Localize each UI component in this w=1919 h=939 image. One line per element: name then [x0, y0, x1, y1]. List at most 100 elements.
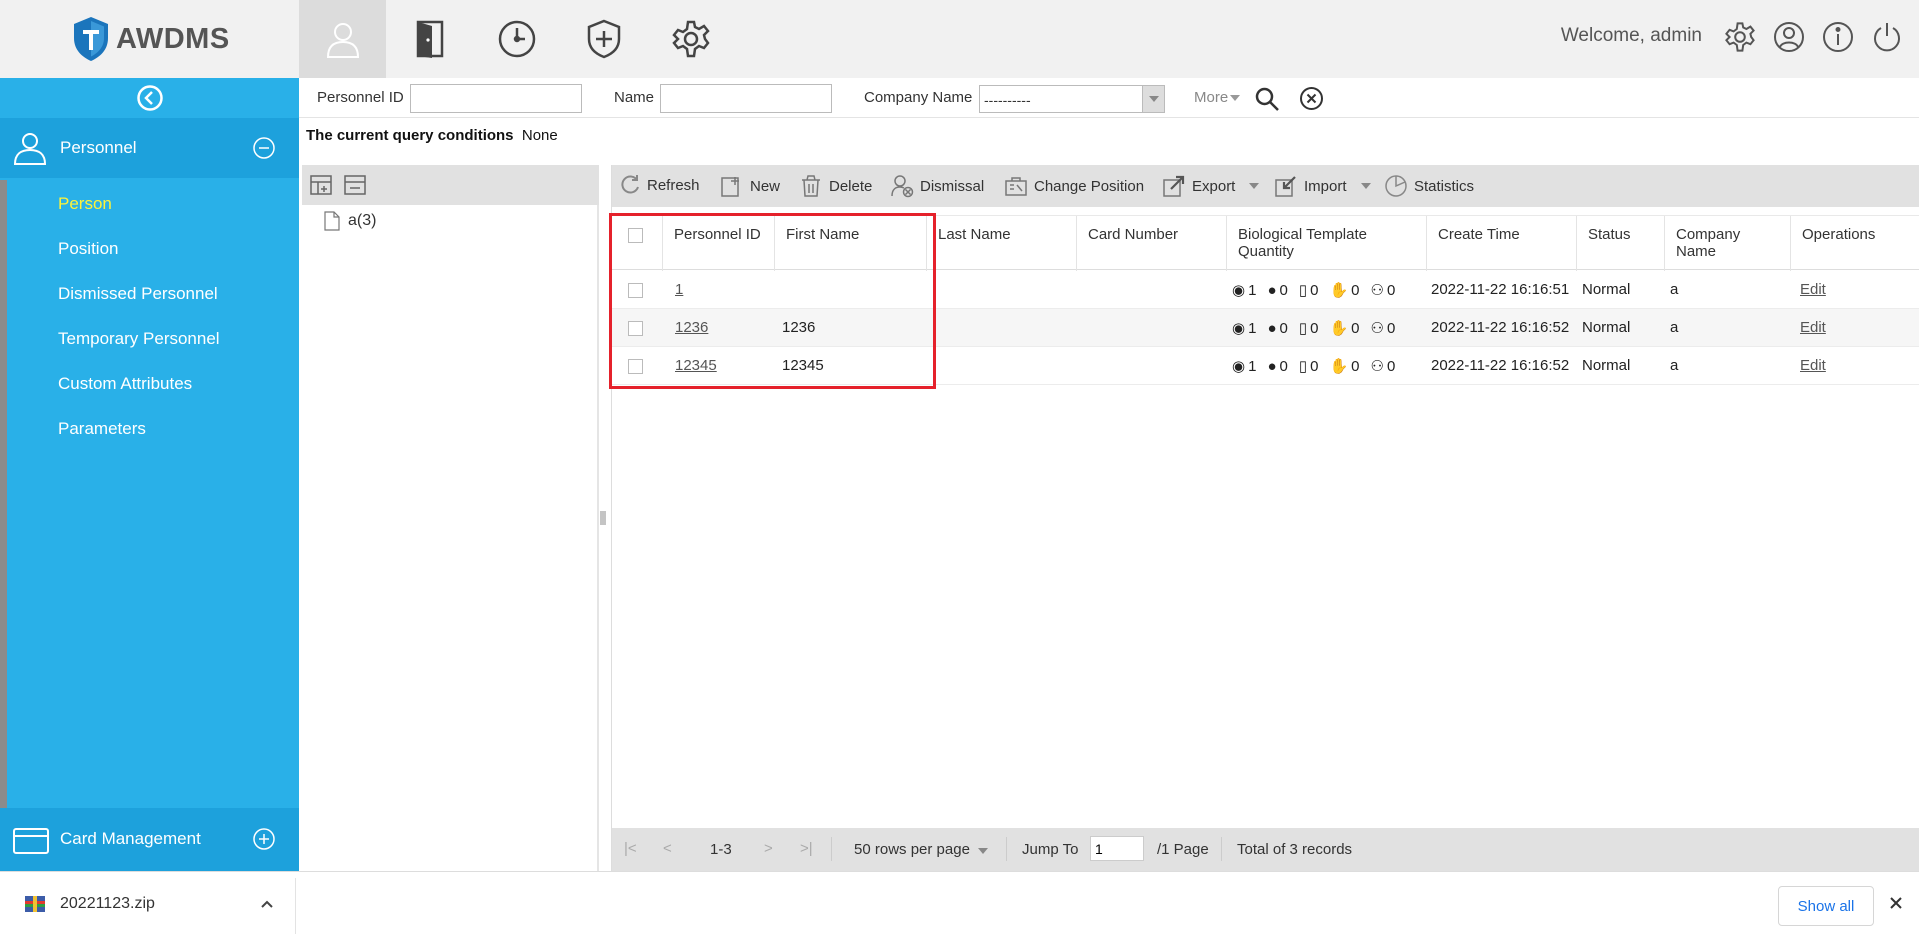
dismissal-button[interactable]: Dismissal [890, 174, 984, 198]
settings-icon [1725, 22, 1755, 52]
profile-button[interactable] [1771, 18, 1807, 56]
sidebar-section-personnel[interactable]: Personnel [0, 118, 299, 178]
user-circle-icon [1774, 22, 1804, 52]
col-status[interactable]: Status [1577, 216, 1665, 271]
minus-circle-icon[interactable] [252, 136, 276, 160]
sidebar: Personnel Person Position Dismissed Pers… [0, 78, 299, 871]
caret-down-icon [1360, 183, 1371, 189]
statistics-button[interactable]: Statistics [1384, 174, 1474, 198]
top-nav [299, 0, 734, 78]
delete-button[interactable]: Delete [799, 174, 872, 198]
close-icon[interactable] [1888, 895, 1904, 911]
download-item[interactable]: 20221123.zip [24, 894, 155, 914]
name-input[interactable] [660, 84, 832, 113]
page-total: /1 Page [1157, 841, 1209, 858]
nav-access[interactable] [386, 0, 473, 78]
zip-file-icon [25, 896, 45, 912]
download-filename: 20221123.zip [60, 895, 155, 912]
change-position-label: Change Position [1034, 177, 1145, 195]
new-button[interactable]: New [720, 174, 780, 198]
nav-personnel[interactable] [299, 0, 386, 78]
visible-face-icon: ⚇ [1370, 358, 1384, 375]
logout-button[interactable] [1869, 18, 1905, 56]
fingerprint-count: 1 [1248, 319, 1257, 337]
col-bio-template[interactable]: Biological Template Quantity [1227, 216, 1427, 271]
search-icon[interactable] [1254, 86, 1280, 112]
rows-per-page-select[interactable]: 50 rows per page [854, 841, 988, 858]
export-button[interactable]: Export [1162, 174, 1260, 198]
sidebar-item-custom-attributes[interactable]: Custom Attributes [58, 374, 192, 394]
nav-attendance[interactable] [473, 0, 560, 78]
finger-vein-count: 0 [1310, 357, 1319, 375]
welcome-text: Welcome, admin [1560, 25, 1702, 46]
personnel-id-input[interactable] [410, 84, 582, 113]
clear-filter-icon[interactable] [1299, 86, 1324, 111]
sidebar-item-dismissed-personnel[interactable]: Dismissed Personnel [58, 284, 218, 304]
edit-link[interactable]: Edit [1800, 281, 1826, 298]
new-icon [721, 177, 739, 197]
plus-circle-icon[interactable] [252, 827, 276, 851]
last-page-icon[interactable]: >| [800, 840, 813, 857]
sidebar-section-card-management[interactable]: Card Management [0, 808, 299, 871]
edit-link[interactable]: Edit [1800, 357, 1826, 374]
expand-all-icon[interactable] [310, 175, 332, 195]
dismissal-icon [891, 175, 914, 198]
more-filters-button[interactable]: More [1194, 89, 1241, 106]
refresh-label: Refresh [647, 176, 700, 194]
nav-security[interactable] [560, 0, 647, 78]
face-count: 0 [1279, 319, 1288, 337]
show-all-button[interactable]: Show all [1778, 886, 1874, 926]
sidebar-item-parameters[interactable]: Parameters [58, 419, 146, 439]
col-company-name[interactable]: Company Name [1665, 216, 1791, 271]
fingerprint-icon: ◉ [1232, 358, 1246, 375]
sidebar-item-person[interactable]: Person [58, 194, 112, 214]
visible-face-icon: ⚇ [1370, 320, 1384, 337]
chevron-up-icon[interactable] [259, 896, 275, 912]
settings-button[interactable] [1722, 18, 1758, 56]
prev-page-icon[interactable]: < [663, 840, 672, 857]
company-name-select[interactable]: ---------- [979, 85, 1165, 113]
change-position-button[interactable]: Change Position [1004, 174, 1144, 198]
cell-company-name: a [1670, 281, 1679, 298]
clock-icon [498, 20, 535, 58]
col-card-number[interactable]: Card Number [1077, 216, 1227, 271]
import-button[interactable]: Import [1274, 174, 1371, 198]
caret-down-icon [977, 848, 988, 854]
sidebar-item-position[interactable]: Position [58, 239, 118, 259]
dropdown-arrow-icon [1142, 86, 1164, 112]
cell-bio: ◉ 1 ● 0 ▯ 0 ✋ 0 ⚇ 0 [1232, 309, 1403, 346]
app-root: AWDMS Welcome, admin Personnel Person Po… [0, 0, 1919, 939]
refresh-button[interactable]: Refresh [619, 174, 700, 196]
download-bar: 20221123.zip Show all [0, 871, 1919, 939]
first-page-icon[interactable]: |< [624, 840, 637, 857]
document-icon [324, 211, 340, 231]
tree-panel: a(3) [302, 165, 599, 871]
sidebar-collapse-button[interactable] [136, 84, 164, 112]
col-last-name[interactable]: Last Name [927, 216, 1077, 271]
fingerprint-count: 1 [1248, 281, 1257, 299]
page-number-input[interactable] [1090, 836, 1144, 861]
about-button[interactable] [1820, 18, 1856, 56]
next-page-icon[interactable]: > [764, 840, 773, 857]
panel-splitter-handle[interactable] [600, 510, 606, 526]
shield-logo-icon [74, 17, 108, 61]
fingerprint-count: 1 [1248, 357, 1257, 375]
shield-plus-icon [587, 19, 620, 59]
pie-chart-icon [1385, 175, 1407, 197]
query-conditions-label: The current query conditions [306, 127, 514, 144]
finger-vein-count: 0 [1310, 281, 1319, 299]
logo-text: AWDMS [116, 22, 230, 55]
cell-company-name: a [1670, 357, 1679, 374]
person-outline-icon [13, 133, 47, 165]
page-range: 1-3 [710, 841, 732, 858]
collapse-all-icon[interactable] [344, 175, 366, 195]
cell-company-name: a [1670, 319, 1679, 336]
finger-vein-icon: ▯ [1298, 358, 1308, 375]
cell-create-time: 2022-11-22 16:16:52 [1431, 319, 1570, 336]
edit-link[interactable]: Edit [1800, 319, 1826, 336]
fingerprint-icon: ◉ [1232, 320, 1246, 337]
col-create-time[interactable]: Create Time [1427, 216, 1577, 271]
nav-system[interactable] [647, 0, 734, 78]
sidebar-item-temporary-personnel[interactable]: Temporary Personnel [58, 329, 220, 349]
tree-node-a[interactable]: a(3) [324, 211, 376, 231]
